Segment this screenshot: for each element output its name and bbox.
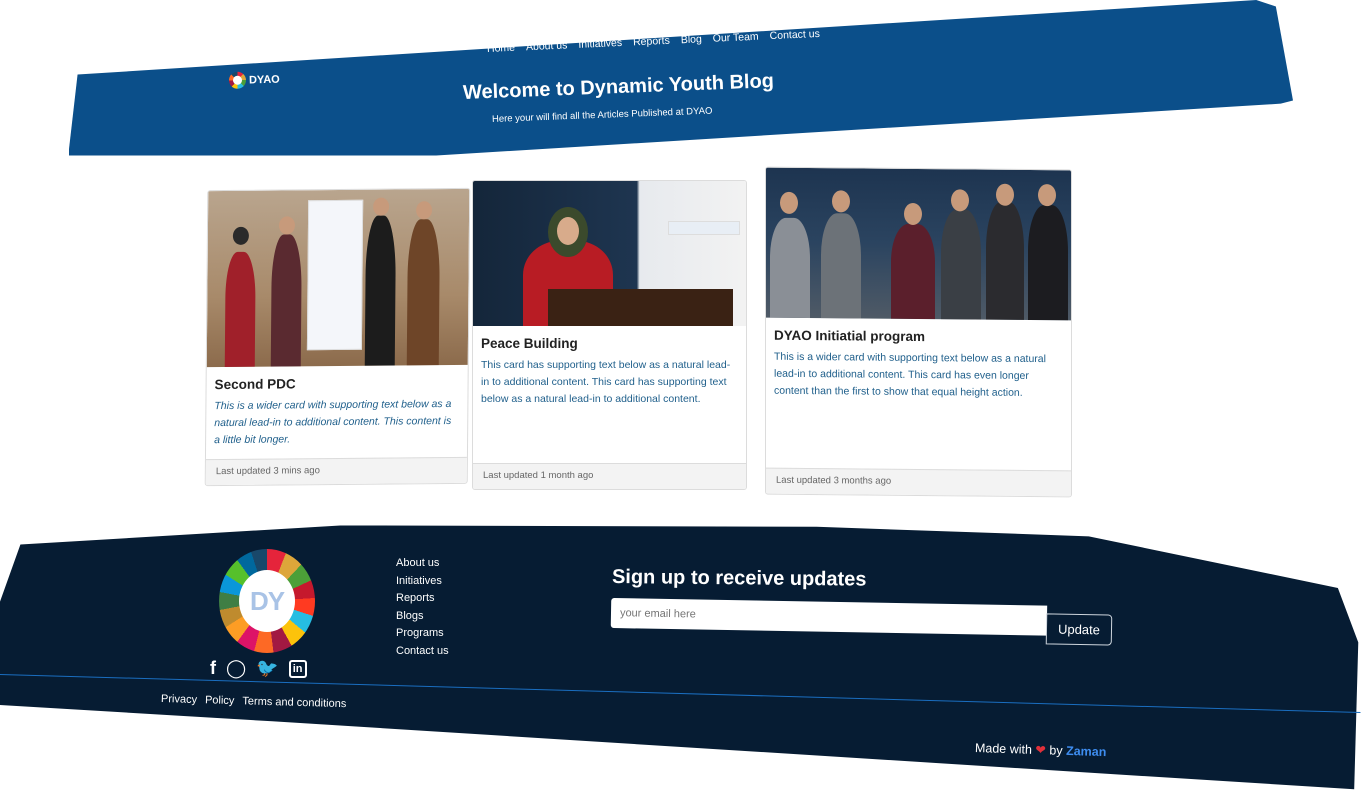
card-title: DYAO Initiatial program (774, 327, 926, 345)
card-image (766, 167, 1071, 321)
card-image (473, 181, 746, 326)
blog-card-peace-building[interactable]: Peace Building This card has supporting … (472, 180, 747, 490)
footer-link-contact-us[interactable]: Contact us (396, 644, 449, 659)
footer-logo-icon: DY (239, 570, 295, 632)
brand-logo-icon (228, 71, 247, 89)
footer-links: About us Initiatives Reports Blogs Progr… (396, 556, 449, 658)
card-title: Second PDC (214, 376, 296, 393)
facebook-icon[interactable]: f (210, 658, 216, 679)
instagram-icon[interactable]: ◯ (226, 658, 246, 679)
card-text: This card has supporting text below as a… (481, 359, 731, 405)
by-text: by (1049, 743, 1063, 758)
nav-about-us[interactable]: About us (526, 39, 568, 53)
author-link[interactable]: Zaman (1066, 744, 1107, 759)
footer-link-blogs[interactable]: Blogs (396, 609, 449, 624)
nav-home[interactable]: Home (487, 42, 516, 55)
footer-link-programs[interactable]: Programs (396, 626, 449, 641)
footer (0, 525, 1359, 790)
heart-icon: ❤ (1035, 742, 1047, 758)
brand-name: DYAO (248, 73, 280, 86)
update-button[interactable]: Update (1045, 613, 1113, 646)
blog-card-second-pdc[interactable]: Second PDC This is a wider card with sup… (204, 187, 471, 487)
privacy-link[interactable]: Privacy (161, 693, 197, 706)
blog-card-dyao-initial-program[interactable]: DYAO Initiatial program This is a wider … (765, 166, 1072, 498)
nav-initiatives[interactable]: Initiatives (578, 37, 622, 51)
footer-link-about-us[interactable]: About us (396, 556, 449, 571)
card-text: This is a wider card with supporting tex… (774, 350, 1046, 399)
signup-title: Sign up to receive updates (611, 566, 867, 591)
card-title: Peace Building (481, 336, 578, 351)
footer-link-initiatives[interactable]: Initiatives (396, 574, 449, 589)
card-body: DYAO Initiatial program This is a wider … (766, 318, 1071, 471)
card-footer: Last updated 3 months ago (766, 467, 1071, 497)
card-body: Peace Building This card has supporting … (473, 326, 746, 463)
nav-contact-us[interactable]: Contact us (769, 28, 820, 42)
footer-link-reports[interactable]: Reports (396, 591, 449, 606)
nav-reports[interactable]: Reports (633, 35, 670, 49)
made-with-text: Made with (974, 741, 1033, 757)
card-image (206, 188, 470, 368)
card-text: This is a wider card with supporting tex… (214, 398, 452, 446)
policy-link[interactable]: Policy (205, 694, 235, 707)
card-footer: Last updated 1 month ago (473, 463, 746, 489)
card-body: Second PDC This is a wider card with sup… (206, 365, 468, 459)
linkedin-icon[interactable]: in (288, 659, 307, 678)
nav-our-team[interactable]: Our Team (713, 31, 759, 45)
card-footer: Last updated 3 mins ago (205, 456, 467, 486)
brand[interactable]: DYAO (228, 71, 280, 89)
twitter-icon[interactable]: 🐦 (256, 658, 278, 679)
nav-blog[interactable]: Blog (681, 33, 703, 46)
social-links: f ◯ 🐦 in (210, 658, 307, 679)
